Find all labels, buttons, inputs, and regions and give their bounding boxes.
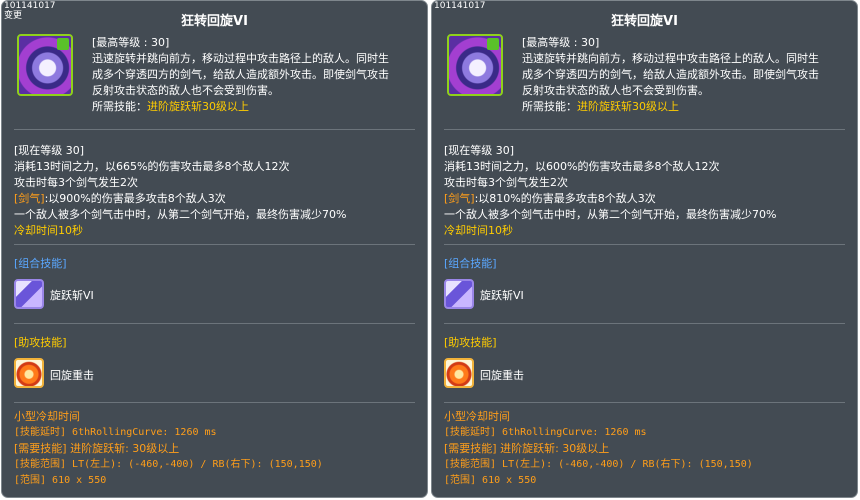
- spin-strike-icon: [14, 358, 44, 388]
- current-level-block: [现在等级 30] 消耗13时间之力，以665%的伤害攻击最多8个敌人12次 攻…: [14, 143, 346, 239]
- current-line-2: 攻击时每3个剑气发生2次: [14, 176, 138, 189]
- skill-title: 狂转回旋VI: [181, 14, 248, 29]
- required-skill-label: 所需技能：: [522, 100, 577, 113]
- desc-line-3: 反射攻击状态的敌人也不会受到伤害。: [522, 84, 709, 97]
- assist-skill-header: [助攻技能]: [14, 336, 67, 349]
- assist-skill-name: 回旋重击: [50, 369, 94, 382]
- skill-title: 狂转回旋VI: [611, 14, 678, 29]
- desc-line-2: 成多个穿透四方的剑气，给敌人造成额外攻击。即使剑气攻击: [92, 68, 389, 81]
- required-skill-value: 进阶旋跃斩30级以上: [577, 100, 679, 113]
- sword-energy-line: [剑气]:以900%的伤害最多攻击8个敌人3次: [14, 191, 346, 207]
- combo-skill-header: [组合技能]: [444, 257, 497, 270]
- whirl-slash-icon: [14, 279, 44, 309]
- footer-cooldown: 小型冷却时间: [444, 410, 510, 423]
- current-level-header: [现在等级 30]: [14, 144, 85, 157]
- required-skill: 所需技能：进阶旋跃斩30级以上: [522, 99, 852, 115]
- footer-range: [技能范围] LT(左上): (-460,-400) / RB(右下): (15…: [444, 459, 753, 470]
- whirl-slash-icon: [444, 279, 474, 309]
- sword-energy-line: [剑气]:以810%的伤害最多攻击8个敌人3次: [444, 191, 776, 207]
- whirl-skill-icon: [447, 34, 503, 96]
- max-level: [最高等级 : 30]: [92, 36, 170, 49]
- skill-description: [最高等级 : 30] 迅速旋转并跳向前方，移动过程中攻击路径上的敌人。同时生 …: [92, 35, 422, 115]
- desc-line-3: 反射攻击状态的敌人也不会受到伤害。: [92, 84, 279, 97]
- footer-delay: [技能延时] 6thRollingCurve: 1260 ms: [14, 427, 217, 438]
- required-skill-value: 进阶旋跃斩30级以上: [147, 100, 249, 113]
- divider: [14, 244, 415, 245]
- desc-line-1: 迅速旋转并跳向前方，移动过程中攻击路径上的敌人。同时生: [522, 52, 819, 65]
- skill-tooltip-panel-right: 101141017 狂转回旋VI [最高等级 : 30] 迅速旋转并跳向前方，移…: [431, 0, 858, 498]
- footer-delay: [技能延时] 6thRollingCurve: 1260 ms: [444, 427, 647, 438]
- assist-skill-name: 回旋重击: [480, 369, 524, 382]
- skill-footer: 小型冷却时间 [技能延时] 6thRollingCurve: 1260 ms […: [14, 409, 323, 489]
- spin-strike-icon: [444, 358, 474, 388]
- divider: [444, 244, 845, 245]
- whirl-skill-icon: [17, 34, 73, 96]
- skill-footer: 小型冷却时间 [技能延时] 6thRollingCurve: 1260 ms […: [444, 409, 753, 489]
- sword-energy-text: :以810%的伤害最多攻击8个敌人3次: [474, 192, 656, 205]
- divider: [14, 323, 415, 324]
- footer-required: [需要技能] 进阶旋跃斩: 30级以上: [444, 442, 610, 455]
- combo-skill-name: 旋跃斩VI: [480, 289, 524, 302]
- assist-skill-header: [助攻技能]: [444, 336, 497, 349]
- footer-range: [技能范围] LT(左上): (-460,-400) / RB(右下): (15…: [14, 459, 323, 470]
- combo-skill-name: 旋跃斩VI: [50, 289, 94, 302]
- footer-area: [范围] 610 x 550: [444, 475, 537, 486]
- current-line-2: 攻击时每3个剑气发生2次: [444, 176, 568, 189]
- required-skill: 所需技能：进阶旋跃斩30级以上: [92, 99, 422, 115]
- divider: [444, 129, 845, 130]
- divider: [444, 323, 845, 324]
- skill-tooltip-panel-left: 101141017 变更 狂转回旋VI [最高等级 : 30] 迅速旋转并跳向前…: [1, 0, 428, 498]
- combo-skill-header: [组合技能]: [14, 257, 67, 270]
- required-skill-label: 所需技能：: [92, 100, 147, 113]
- divider: [14, 402, 415, 403]
- footer-area: [范围] 610 x 550: [14, 475, 107, 486]
- current-line-1: 消耗13时间之力，以600%的伤害攻击最多8个敌人12次: [444, 160, 720, 173]
- desc-line-2: 成多个穿透四方的剑气，给敌人造成额外攻击。即使剑气攻击: [522, 68, 819, 81]
- footer-cooldown: 小型冷却时间: [14, 410, 80, 423]
- skill-description: [最高等级 : 30] 迅速旋转并跳向前方，移动过程中攻击路径上的敌人。同时生 …: [522, 35, 852, 115]
- sword-energy-label: [剑气]: [444, 192, 475, 205]
- current-line-1: 消耗13时间之力，以665%的伤害攻击最多8个敌人12次: [14, 160, 290, 173]
- current-line-4: 一个敌人被多个剑气击中时，从第二个剑气开始，最终伤害减少70%: [444, 208, 777, 221]
- cooldown-text: 冷却时间10秒: [444, 224, 513, 237]
- sword-energy-text: :以900%的伤害最多攻击8个敌人3次: [44, 192, 226, 205]
- divider: [444, 402, 845, 403]
- desc-line-1: 迅速旋转并跳向前方，移动过程中攻击路径上的敌人。同时生: [92, 52, 389, 65]
- current-line-4: 一个敌人被多个剑气击中时，从第二个剑气开始，最终伤害减少70%: [14, 208, 347, 221]
- sword-energy-label: [剑气]: [14, 192, 45, 205]
- max-level: [最高等级 : 30]: [522, 36, 600, 49]
- current-level-header: [现在等级 30]: [444, 144, 515, 157]
- footer-required: [需要技能] 进阶旋跃斩: 30级以上: [14, 442, 180, 455]
- cooldown-text: 冷却时间10秒: [14, 224, 83, 237]
- divider: [14, 129, 415, 130]
- current-level-block: [现在等级 30] 消耗13时间之力，以600%的伤害攻击最多8个敌人12次 攻…: [444, 143, 776, 239]
